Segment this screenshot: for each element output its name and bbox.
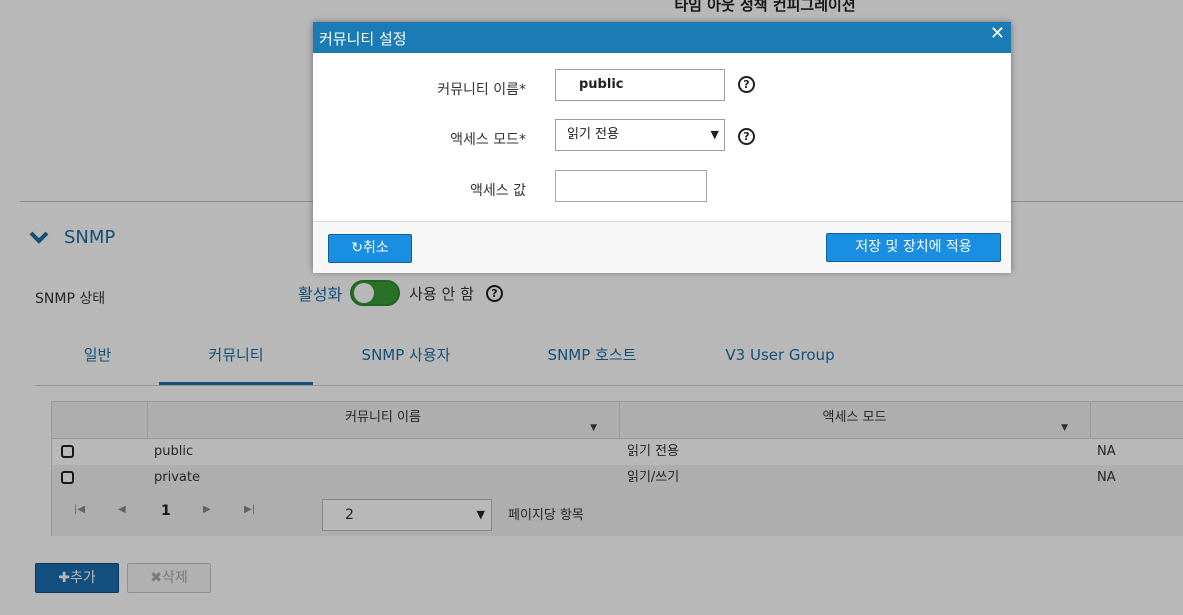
close-icon[interactable]: ✕ [990,23,1005,44]
dialog-footer: ↻취소 저장 및 장치에 적용 [313,221,1011,273]
save-and-apply-button[interactable]: 저장 및 장치에 적용 [826,233,1001,262]
help-icon[interactable]: ? [738,128,755,145]
access-value-label: 액세스 값 [470,183,526,199]
access-value-input[interactable] [555,170,707,202]
community-name-input[interactable]: public [555,69,725,101]
help-icon[interactable]: ? [738,76,755,93]
community-settings-dialog: 커뮤니티 설정 ✕ 커뮤니티 이름* public ? 액세스 모드* 읽기 전… [313,22,1011,273]
access-mode-value: 읽기 전용 [567,127,619,142]
access-mode-label: 액세스 모드* [450,132,526,148]
dialog-header: 커뮤니티 설정 ✕ [313,22,1011,53]
dropdown-arrow-icon: ▼ [710,128,719,141]
access-mode-select[interactable]: 읽기 전용 ▼ [555,119,725,151]
community-name-label: 커뮤니티 이름* [437,82,526,98]
dialog-title: 커뮤니티 설정 [319,30,407,48]
cancel-button[interactable]: ↻취소 [328,234,412,263]
